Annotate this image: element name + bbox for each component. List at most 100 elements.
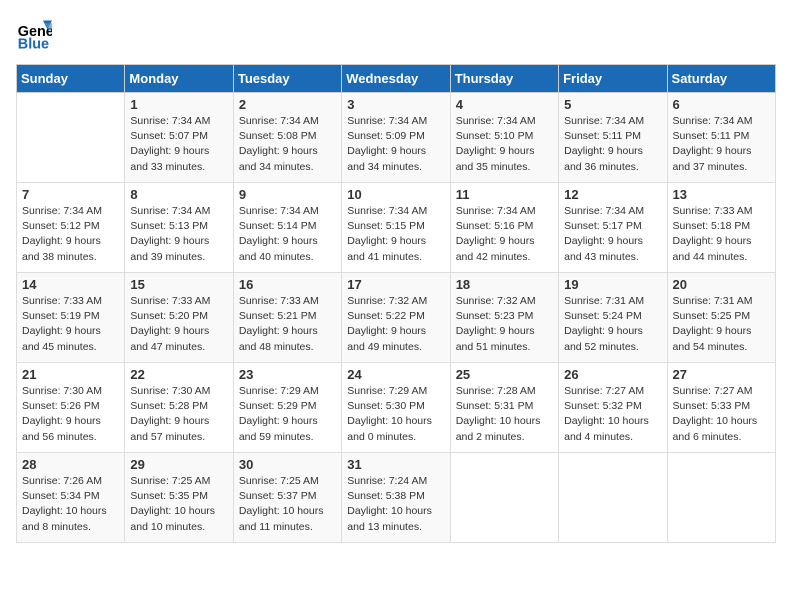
calendar-cell: 25 Sunrise: 7:28 AM Sunset: 5:31 PM Dayli… [450,363,558,453]
day-info: Sunrise: 7:34 AM Sunset: 5:07 PM Dayligh… [130,114,227,175]
logo: General Blue [16,16,56,52]
calendar-cell: 20Sunrise: 7:31 AM Sunset: 5:25 PM Dayli… [667,273,775,363]
day-number: 31 [347,457,444,472]
day-info: Sunrise: 7:27 AM Sunset: 5:32 PM Dayligh… [564,384,661,445]
day-number: 8 [130,187,227,202]
day-info: Sunrise: 7:33 AM Sunset: 5:18 PM Dayligh… [673,204,770,265]
day-info: Sunrise: 7:25 AM Sunset: 5:37 PM Dayligh… [239,474,336,535]
calendar-cell: 10 Sunrise: 7:34 AM Sunset: 5:15 PM Dayli… [342,183,450,273]
day-number: 15 [130,277,227,292]
calendar-cell: 9Sunrise: 7:34 AM Sunset: 5:14 PM Daylig… [233,183,341,273]
calendar-cell: 23 Sunrise: 7:29 AM Sunset: 5:29 PM Dayli… [233,363,341,453]
day-number: 1 [130,97,227,112]
day-info: Sunrise: 7:26 AM Sunset: 5:34 PM Dayligh… [22,474,119,535]
day-info: Sunrise: 7:33 AM Sunset: 5:19 PM Dayligh… [22,294,119,355]
day-info: Sunrise: 7:32 AM Sunset: 5:23 PM Dayligh… [456,294,553,355]
day-info: Sunrise: 7:34 AM Sunset: 5:12 PM Dayligh… [22,204,119,265]
day-number: 21 [22,367,119,382]
calendar-cell: 27 Sunrise: 7:27 AM Sunset: 5:33 PM Dayli… [667,363,775,453]
day-info: Sunrise: 7:34 AM Sunset: 5:11 PM Dayligh… [564,114,661,175]
calendar-cell: 18 Sunrise: 7:32 AM Sunset: 5:23 PM Dayli… [450,273,558,363]
day-number: 30 [239,457,336,472]
calendar-cell: 26 Sunrise: 7:27 AM Sunset: 5:32 PM Dayli… [559,363,667,453]
day-info: Sunrise: 7:34 AM Sunset: 5:13 PM Dayligh… [130,204,227,265]
calendar-cell: 16 Sunrise: 7:33 AM Sunset: 5:21 PM Dayli… [233,273,341,363]
calendar-cell [450,453,558,543]
day-info: Sunrise: 7:34 AM Sunset: 5:15 PM Dayligh… [347,204,444,265]
calendar-cell: 11 Sunrise: 7:34 AM Sunset: 5:16 PM Dayli… [450,183,558,273]
day-number: 19 [564,277,661,292]
calendar-cell: 24 Sunrise: 7:29 AM Sunset: 5:30 PM Dayli… [342,363,450,453]
calendar-cell: 6 Sunrise: 7:34 AM Sunset: 5:11 PM Daylig… [667,93,775,183]
day-info: Sunrise: 7:34 AM Sunset: 5:10 PM Dayligh… [456,114,553,175]
calendar-cell [559,453,667,543]
day-info: Sunrise: 7:31 AM Sunset: 5:24 PM Dayligh… [564,294,661,355]
svg-text:Blue: Blue [18,36,49,52]
day-info: Sunrise: 7:27 AM Sunset: 5:33 PM Dayligh… [673,384,770,445]
day-of-week-header: Thursday [450,65,558,93]
day-number: 16 [239,277,336,292]
logo-icon: General Blue [16,16,52,52]
calendar-table: SundayMondayTuesdayWednesdayThursdayFrid… [16,64,776,543]
calendar-cell: 17 Sunrise: 7:32 AM Sunset: 5:22 PM Dayli… [342,273,450,363]
day-info: Sunrise: 7:34 AM Sunset: 5:11 PM Dayligh… [673,114,770,175]
calendar-cell: 7Sunrise: 7:34 AM Sunset: 5:12 PM Daylig… [17,183,125,273]
day-number: 14 [22,277,119,292]
day-number: 23 [239,367,336,382]
calendar-cell: 13 Sunrise: 7:33 AM Sunset: 5:18 PM Dayli… [667,183,775,273]
day-number: 13 [673,187,770,202]
day-info: Sunrise: 7:34 AM Sunset: 5:17 PM Dayligh… [564,204,661,265]
day-info: Sunrise: 7:29 AM Sunset: 5:30 PM Dayligh… [347,384,444,445]
calendar-week-row: 21 Sunrise: 7:30 AM Sunset: 5:26 PM Dayli… [17,363,776,453]
calendar-cell: 19 Sunrise: 7:31 AM Sunset: 5:24 PM Dayli… [559,273,667,363]
calendar-cell: 14 Sunrise: 7:33 AM Sunset: 5:19 PM Dayli… [17,273,125,363]
day-info: Sunrise: 7:34 AM Sunset: 5:14 PM Dayligh… [239,204,336,265]
calendar-cell: 15 Sunrise: 7:33 AM Sunset: 5:20 PM Dayli… [125,273,233,363]
calendar-cell: 21 Sunrise: 7:30 AM Sunset: 5:26 PM Dayli… [17,363,125,453]
day-number: 25 [456,367,553,382]
day-number: 2 [239,97,336,112]
day-number: 4 [456,97,553,112]
calendar-cell: 22Sunrise: 7:30 AM Sunset: 5:28 PM Dayli… [125,363,233,453]
calendar-cell [667,453,775,543]
calendar-cell: 2 Sunrise: 7:34 AM Sunset: 5:08 PM Daylig… [233,93,341,183]
calendar-cell: 30 Sunrise: 7:25 AM Sunset: 5:37 PM Dayli… [233,453,341,543]
calendar-week-row: 28 Sunrise: 7:26 AM Sunset: 5:34 PM Dayli… [17,453,776,543]
calendar-cell: 28 Sunrise: 7:26 AM Sunset: 5:34 PM Dayli… [17,453,125,543]
day-info: Sunrise: 7:30 AM Sunset: 5:26 PM Dayligh… [22,384,119,445]
day-number: 12 [564,187,661,202]
calendar-week-row: 14 Sunrise: 7:33 AM Sunset: 5:19 PM Dayli… [17,273,776,363]
calendar-cell [17,93,125,183]
day-number: 24 [347,367,444,382]
day-info: Sunrise: 7:34 AM Sunset: 5:09 PM Dayligh… [347,114,444,175]
day-info: Sunrise: 7:34 AM Sunset: 5:16 PM Dayligh… [456,204,553,265]
day-info: Sunrise: 7:33 AM Sunset: 5:21 PM Dayligh… [239,294,336,355]
day-number: 11 [456,187,553,202]
day-info: Sunrise: 7:24 AM Sunset: 5:38 PM Dayligh… [347,474,444,535]
calendar-cell: 31 Sunrise: 7:24 AM Sunset: 5:38 PM Dayli… [342,453,450,543]
day-number: 27 [673,367,770,382]
day-number: 26 [564,367,661,382]
calendar-cell: 29 Sunrise: 7:25 AM Sunset: 5:35 PM Dayli… [125,453,233,543]
day-number: 17 [347,277,444,292]
day-number: 29 [130,457,227,472]
day-number: 10 [347,187,444,202]
day-info: Sunrise: 7:32 AM Sunset: 5:22 PM Dayligh… [347,294,444,355]
calendar-header-row: SundayMondayTuesdayWednesdayThursdayFrid… [17,65,776,93]
day-info: Sunrise: 7:25 AM Sunset: 5:35 PM Dayligh… [130,474,227,535]
day-number: 5 [564,97,661,112]
day-number: 6 [673,97,770,112]
day-info: Sunrise: 7:33 AM Sunset: 5:20 PM Dayligh… [130,294,227,355]
calendar-cell: 5 Sunrise: 7:34 AM Sunset: 5:11 PM Daylig… [559,93,667,183]
calendar-week-row: 7Sunrise: 7:34 AM Sunset: 5:12 PM Daylig… [17,183,776,273]
day-of-week-header: Saturday [667,65,775,93]
day-info: Sunrise: 7:28 AM Sunset: 5:31 PM Dayligh… [456,384,553,445]
day-info: Sunrise: 7:34 AM Sunset: 5:08 PM Dayligh… [239,114,336,175]
day-number: 28 [22,457,119,472]
day-number: 18 [456,277,553,292]
day-of-week-header: Friday [559,65,667,93]
day-of-week-header: Wednesday [342,65,450,93]
day-number: 3 [347,97,444,112]
day-info: Sunrise: 7:29 AM Sunset: 5:29 PM Dayligh… [239,384,336,445]
day-of-week-header: Monday [125,65,233,93]
